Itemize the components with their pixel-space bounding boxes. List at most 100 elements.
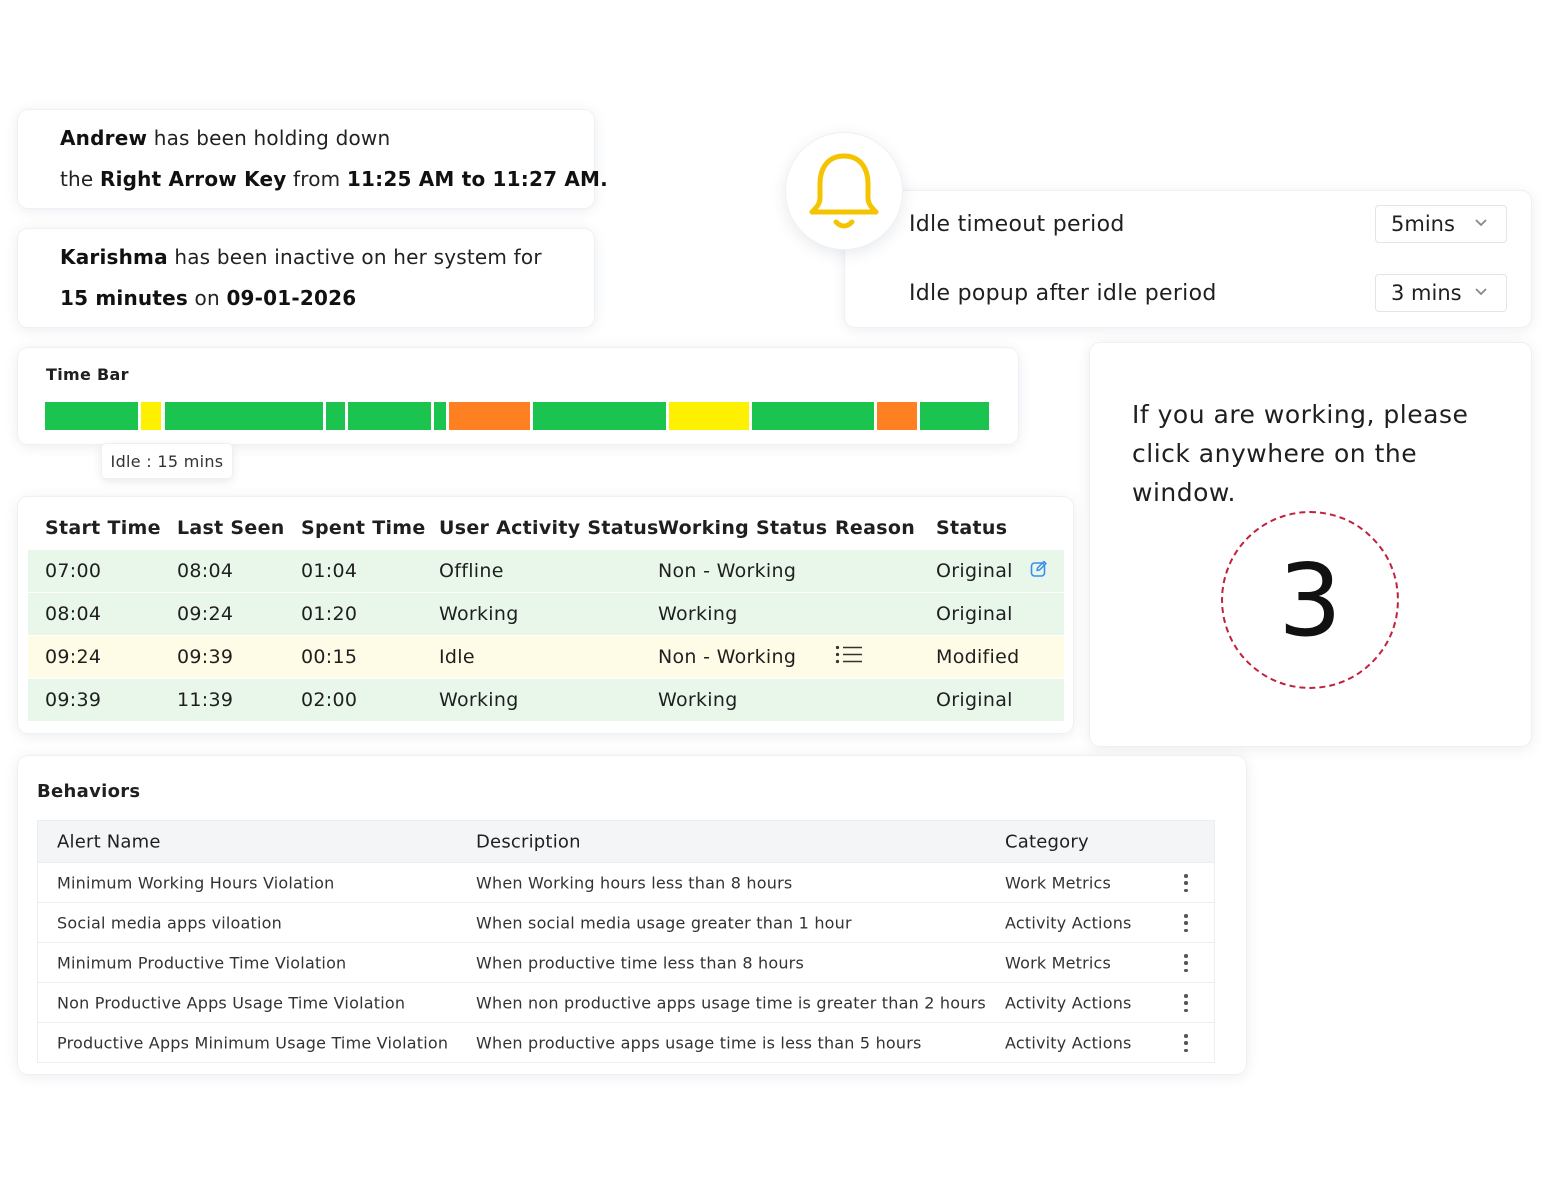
column-header[interactable]: Category	[1005, 831, 1089, 852]
user-name: Andrew	[60, 126, 148, 150]
start-time: 07:00	[45, 560, 102, 582]
time-bar-segment-working[interactable]	[326, 402, 346, 430]
alert-description: When productive time less than 8 hours	[476, 953, 804, 972]
time-bar-segment-offline[interactable]	[448, 402, 530, 430]
table-row[interactable]: Minimum Working Hours Violation When Wor…	[38, 862, 1214, 902]
row-status: Original	[936, 560, 1013, 582]
notification-card-andrew: Andrew has been holding down the Right A…	[18, 110, 608, 208]
idle-popup-card[interactable]: If you are working, please click anywher…	[1090, 343, 1531, 746]
activity-status: Idle	[439, 646, 475, 668]
table-row[interactable]: 09:39 11:39 02:00 Working Working Origin…	[28, 678, 1064, 721]
alert-name: Non Productive Apps Usage Time Violation	[57, 993, 406, 1012]
idle-settings-card: Idle timeout period 5mins Idle popup aft…	[845, 191, 1531, 327]
row-status: Original	[936, 603, 1013, 625]
time-bar-segment-offline[interactable]	[877, 402, 917, 430]
column-header[interactable]: Start Time	[45, 517, 161, 539]
time-bar-segment-idle[interactable]	[140, 402, 162, 430]
row-status: Original	[936, 689, 1013, 711]
alert-description: When non productive apps usage time is g…	[476, 993, 986, 1012]
column-header[interactable]: Last Seen	[177, 517, 285, 539]
behaviors-table-header: Alert Name Description Category	[38, 821, 1214, 862]
column-header[interactable]: Status	[936, 517, 1007, 539]
countdown-timer: 3	[1221, 511, 1399, 689]
alert-name: Minimum Productive Time Violation	[57, 953, 347, 972]
table-row[interactable]: 07:00 08:04 01:04 Offline Non - Working …	[28, 549, 1064, 592]
last-seen: 08:04	[177, 560, 234, 582]
column-header[interactable]: Description	[476, 831, 581, 852]
start-time: 09:39	[45, 689, 102, 711]
column-header[interactable]: Alert Name	[57, 831, 161, 852]
spent-time: 01:20	[301, 603, 358, 625]
notification-text: has been holding down	[147, 126, 391, 150]
notification-line-1: Andrew has been holding down	[60, 126, 390, 150]
alert-name: Productive Apps Minimum Usage Time Viola…	[57, 1033, 449, 1052]
alert-name: Minimum Working Hours Violation	[57, 873, 335, 892]
idle-popup-label: Idle popup after idle period	[909, 281, 1217, 306]
time-bar-tooltip: Idle : 15 mins	[102, 444, 232, 478]
more-options-icon[interactable]	[1182, 1034, 1190, 1052]
notification-line-2: 15 minutes on 09-01-2026	[60, 286, 356, 310]
activity-table-header: Start Time Last Seen Spent Time User Act…	[28, 507, 1064, 549]
time-bar-segment-working[interactable]	[164, 402, 324, 430]
time-bar-segment-working[interactable]	[434, 402, 446, 430]
notification-text: on	[188, 286, 227, 310]
notification-text: the	[60, 167, 100, 191]
more-options-icon[interactable]	[1182, 914, 1190, 932]
idle-timeout-value: 5mins	[1391, 212, 1455, 236]
time-bar-segment-working[interactable]	[45, 402, 138, 430]
more-options-icon[interactable]	[1182, 994, 1190, 1012]
idle-timeout-select[interactable]: 5mins	[1375, 205, 1507, 243]
working-status: Non - Working	[658, 646, 797, 668]
more-options-icon[interactable]	[1182, 954, 1190, 972]
column-header[interactable]: Spent Time	[301, 517, 426, 539]
chevron-down-icon	[1475, 219, 1487, 227]
bell-badge	[786, 133, 902, 249]
working-status: Non - Working	[658, 560, 797, 582]
column-header[interactable]: Working Status	[658, 517, 827, 539]
countdown-number: 3	[1278, 541, 1342, 659]
idle-popup-message: If you are working, please click anywher…	[1132, 400, 1469, 507]
table-row[interactable]: 08:04 09:24 01:20 Working Working Origin…	[28, 592, 1064, 635]
column-header[interactable]: Reason	[835, 517, 915, 539]
spent-time: 02:00	[301, 689, 358, 711]
table-row[interactable]: Social media apps viloation When social …	[38, 902, 1214, 942]
idle-duration: 15 minutes	[60, 286, 188, 310]
alert-description: When social media usage greater than 1 h…	[476, 913, 852, 932]
idle-timeout-label: Idle timeout period	[909, 212, 1125, 237]
notification-text: has been inactive on her system for	[167, 245, 542, 269]
activity-status: Offline	[439, 560, 504, 582]
time-bar-segment-idle[interactable]	[669, 402, 750, 430]
chevron-down-icon	[1475, 288, 1487, 296]
notification-text: from	[286, 167, 347, 191]
list-icon[interactable]	[835, 645, 863, 670]
column-header[interactable]: User Activity Status	[439, 517, 659, 539]
alert-description: When Working hours less than 8 hours	[476, 873, 793, 892]
table-row[interactable]: Minimum Productive Time Violation When p…	[38, 942, 1214, 982]
time-bar-segment-working[interactable]	[919, 402, 989, 430]
notification-line-1: Karishma has been inactive on her system…	[60, 245, 542, 269]
activity-table-card: Start Time Last Seen Spent Time User Act…	[18, 497, 1073, 733]
time-bar-title: Time Bar	[46, 365, 129, 384]
idle-popup-value: 3 mins	[1391, 281, 1462, 305]
last-seen: 09:39	[177, 646, 234, 668]
time-bar-segment-working[interactable]	[752, 402, 875, 430]
key-name: Right Arrow Key	[99, 167, 287, 191]
last-seen: 11:39	[177, 689, 234, 711]
time-range: 11:25 AM to 11:27 AM.	[346, 167, 608, 191]
alert-category: Activity Actions	[1005, 1033, 1132, 1052]
time-bar-segment-working[interactable]	[532, 402, 667, 430]
behaviors-card: Behaviors Alert Name Description Categor…	[18, 756, 1246, 1074]
more-options-icon[interactable]	[1182, 874, 1190, 892]
alert-category: Work Metrics	[1005, 953, 1112, 972]
alert-name: Social media apps viloation	[57, 913, 282, 932]
spent-time: 01:04	[301, 560, 358, 582]
idle-popup-select[interactable]: 3 mins	[1375, 274, 1507, 312]
table-row[interactable]: 09:24 09:39 00:15 Idle Non - Working Mod…	[28, 635, 1064, 678]
table-row[interactable]: Productive Apps Minimum Usage Time Viola…	[38, 1022, 1214, 1062]
activity-status: Working	[439, 603, 519, 625]
time-bar-segment-working[interactable]	[348, 402, 432, 430]
edit-icon[interactable]	[1030, 560, 1048, 583]
working-status: Working	[658, 603, 738, 625]
start-time: 09:24	[45, 646, 102, 668]
table-row[interactable]: Non Productive Apps Usage Time Violation…	[38, 982, 1214, 1022]
